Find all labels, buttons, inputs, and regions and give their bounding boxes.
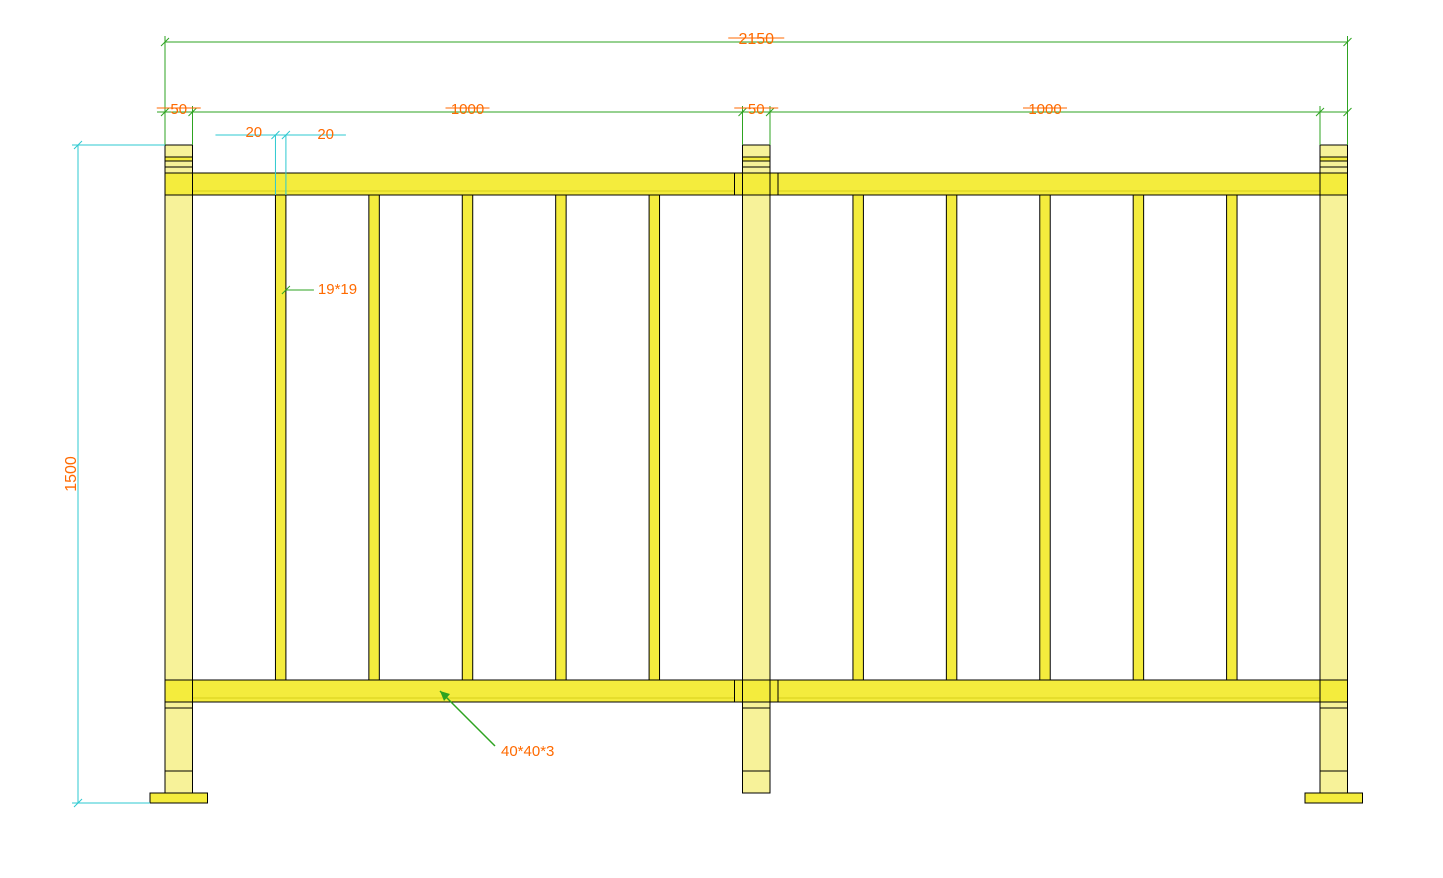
dim-span-1000a: 1000 <box>451 101 484 118</box>
dim-bar-20: 20 <box>317 126 334 143</box>
dim-total-width: 2150 <box>738 31 774 48</box>
railing-diagram: 2150 50 1000 50 1000 20 20 19*19 1500 40*40*3 <box>0 0 1443 878</box>
dim-span-1000b: 1000 <box>1028 101 1061 118</box>
dim-post-50a: 50 <box>170 101 187 118</box>
dim-height-1500: 1500 <box>63 456 80 492</box>
dim-bar-width: 20 <box>245 124 262 141</box>
callout-rail-section: 40*40*3 <box>501 743 554 760</box>
dim-post-50b: 50 <box>748 101 765 118</box>
callout-bar-section: 19*19 <box>318 281 357 298</box>
